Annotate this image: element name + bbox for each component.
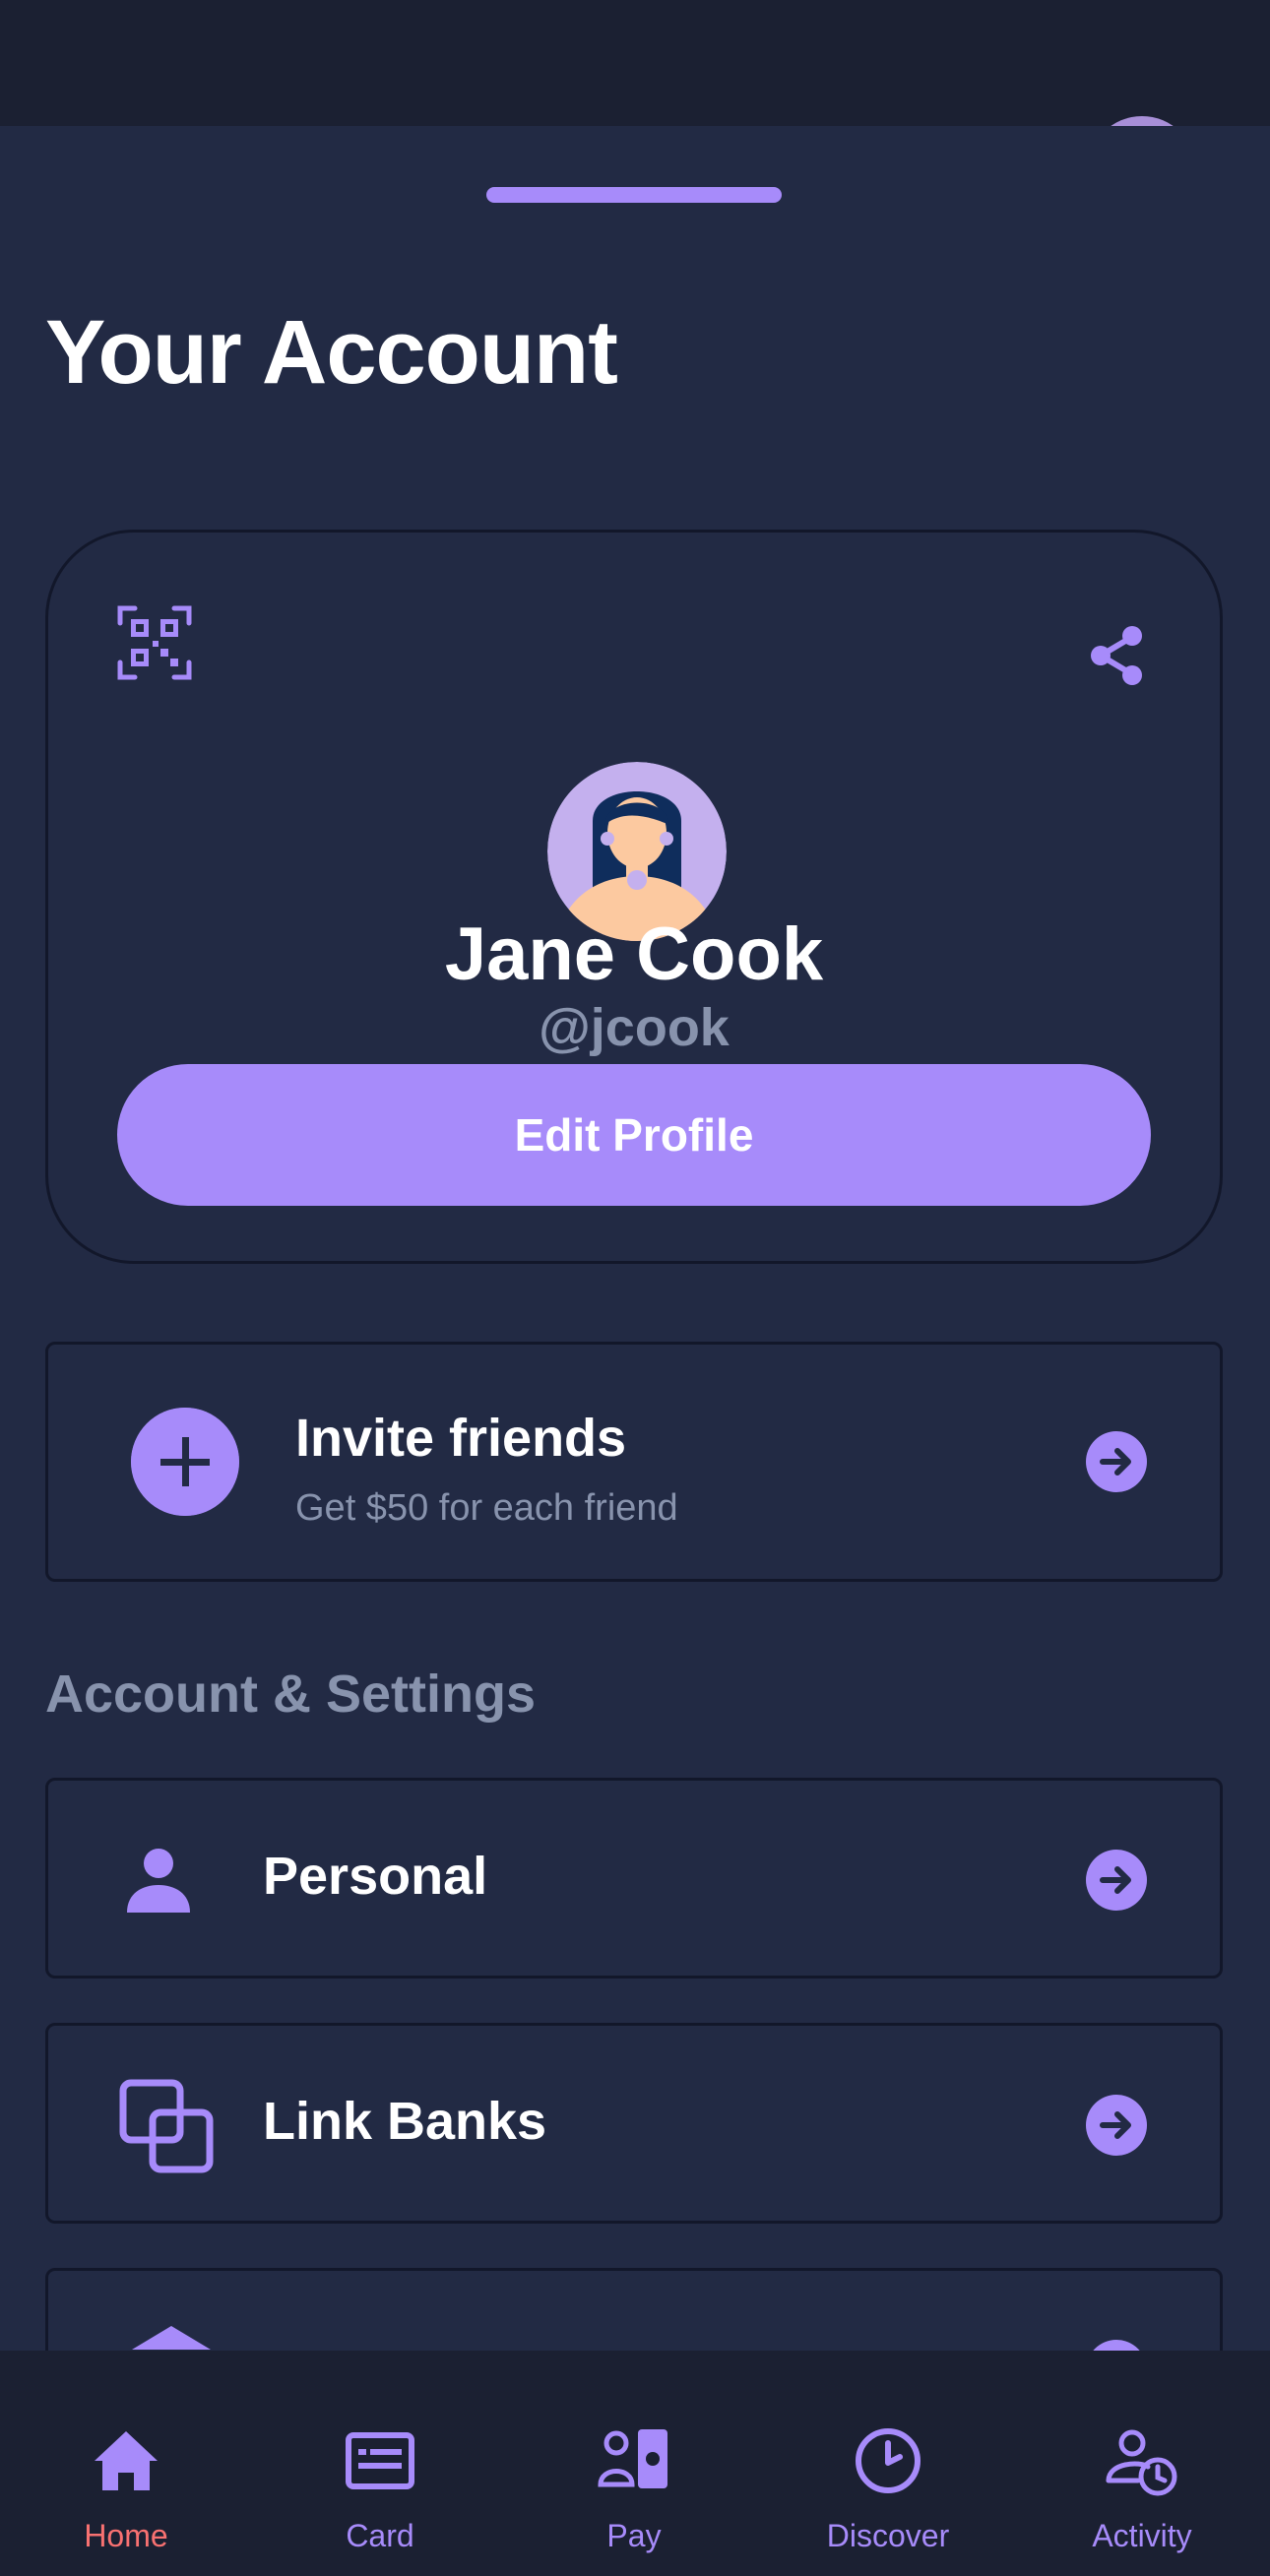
invite-friends-card[interactable]: Invite friends Get $50 for each friend	[45, 1342, 1223, 1582]
invite-subtitle: Get $50 for each friend	[295, 1487, 678, 1529]
tab-label: Card	[346, 2518, 414, 2553]
tab-label: Discover	[826, 2518, 950, 2553]
bank-icon	[132, 2326, 211, 2350]
arrow-right-icon[interactable]	[1086, 1850, 1147, 1911]
tab-label: Home	[84, 2518, 168, 2553]
edit-profile-button[interactable]: Edit Profile	[117, 1064, 1151, 1206]
settings-item-bank[interactable]	[45, 2268, 1223, 2351]
qr-code-icon[interactable]	[117, 605, 192, 680]
settings-item-label: Link Banks	[263, 2092, 547, 2151]
profile-card: Jane Cook @jcook Edit Profile	[45, 530, 1223, 1264]
card-icon	[346, 2432, 414, 2489]
pay-icon	[598, 2429, 667, 2488]
profile-name: Jane Cook	[444, 912, 824, 996]
tab-activity[interactable]: Activity	[1034, 2394, 1250, 2576]
link-banks-icon	[119, 2079, 214, 2173]
plus-icon	[131, 1408, 239, 1516]
tab-home[interactable]: Home	[18, 2394, 234, 2576]
settings-item-personal[interactable]: Personal	[45, 1778, 1223, 1979]
invite-title: Invite friends	[295, 1409, 627, 1468]
tab-discover[interactable]: Discover	[780, 2394, 996, 2576]
person-icon	[127, 1849, 190, 1913]
tab-pay[interactable]: Pay	[526, 2394, 742, 2576]
clock-icon	[856, 2428, 921, 2493]
settings-item-label: Personal	[263, 1847, 488, 1906]
home-icon	[95, 2431, 158, 2490]
status-bar-area	[0, 0, 1270, 128]
share-icon[interactable]	[1089, 625, 1144, 686]
arrow-right-icon[interactable]	[1086, 2095, 1147, 2156]
arrow-right-icon[interactable]	[1086, 2340, 1147, 2351]
arrow-right-icon[interactable]	[1086, 1431, 1147, 1492]
tab-card[interactable]: Card	[272, 2394, 488, 2576]
bottom-tab-bar: Home Card Pay Discover Activity	[0, 2394, 1270, 2576]
section-title: Account & Settings	[45, 1665, 537, 1724]
sheet-drag-handle[interactable]	[486, 187, 782, 203]
page-title: Your Account	[45, 302, 618, 403]
activity-icon	[1106, 2429, 1177, 2496]
profile-username: @jcook	[539, 998, 730, 1057]
account-sheet: Your Account Jane Cook @jcook Edit Profi…	[0, 126, 1270, 2351]
settings-item-link-banks[interactable]: Link Banks	[45, 2023, 1223, 2224]
tab-label: Pay	[606, 2518, 662, 2553]
tab-label: Activity	[1092, 2518, 1192, 2553]
